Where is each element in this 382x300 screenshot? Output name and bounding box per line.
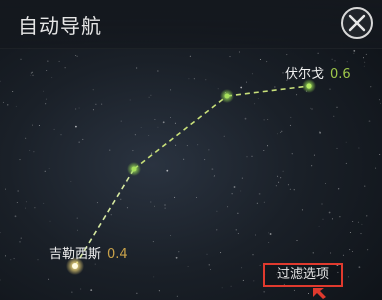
navigation-screen: 自动导航 伏尔戈 0.6 吉勒西斯 0.4 过滤选项	[0, 0, 382, 300]
start-system-label[interactable]: 吉勒西斯 0.4	[49, 243, 128, 262]
start-system-security: 0.4	[107, 247, 128, 262]
route-segment	[133, 95, 228, 170]
end-system-security: 0.6	[330, 67, 351, 82]
start-system-name: 吉勒西斯	[49, 247, 102, 262]
start-node[interactable]	[72, 263, 78, 269]
end-system-name: 伏尔戈	[285, 67, 325, 82]
close-icon	[348, 14, 366, 32]
pointer-arrow-icon	[313, 288, 326, 299]
close-button[interactable]	[341, 7, 373, 39]
waypoint-node[interactable]	[131, 166, 137, 172]
page-title: 自动导航	[18, 14, 102, 38]
waypoint-node[interactable]	[224, 93, 230, 99]
route-segment	[226, 85, 310, 97]
header-bar: 自动导航	[0, 0, 382, 49]
end-node[interactable]	[306, 83, 312, 89]
filter-options-button[interactable]: 过滤选项	[263, 263, 343, 287]
end-system-label[interactable]: 伏尔戈 0.6	[285, 63, 351, 82]
